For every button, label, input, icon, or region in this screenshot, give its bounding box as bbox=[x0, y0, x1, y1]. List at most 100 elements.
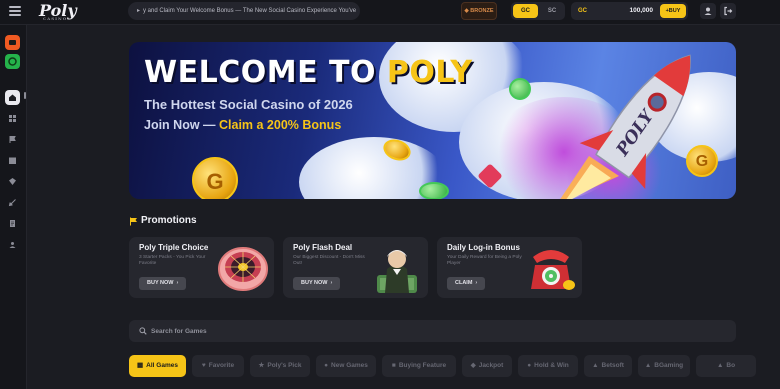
provider-icon: ▲ bbox=[592, 362, 599, 369]
logo[interactable]: Poly CASINO bbox=[39, 1, 77, 21]
promotions-heading: Promotions bbox=[141, 215, 197, 226]
sidebar-item-games[interactable] bbox=[5, 111, 20, 126]
promo-card-triple-choice[interactable]: Poly Triple Choice 3 Starter Packs - You… bbox=[129, 237, 274, 298]
hero-title: WELCOME TO POLY bbox=[144, 55, 473, 90]
roulette-wheel-illustration bbox=[218, 247, 268, 291]
sidebar-item-home[interactable] bbox=[5, 90, 20, 105]
tab-new-games[interactable]: ● New Games bbox=[316, 355, 376, 377]
coin-icon bbox=[8, 57, 17, 66]
ticker-text: y and Claim Your Welcome Bonus — The New… bbox=[143, 8, 357, 14]
jackpot-icon: ◆ bbox=[470, 362, 476, 369]
user-icon bbox=[704, 7, 712, 15]
provider-icon: ▲ bbox=[716, 362, 724, 369]
logo-tagline: CASINO bbox=[43, 16, 68, 21]
button-label: BUY NOW bbox=[301, 280, 328, 286]
tab-label: Betsoft bbox=[601, 362, 624, 369]
currency-sc-button[interactable]: SC bbox=[541, 4, 563, 18]
tab-label: Buying Feature bbox=[398, 362, 447, 369]
tab-hold-and-win[interactable]: ● Hold & Win bbox=[518, 355, 578, 377]
currency-toggle: GC SC bbox=[511, 2, 565, 20]
hold-icon: ● bbox=[527, 362, 532, 369]
home-icon bbox=[9, 94, 16, 101]
search-input[interactable] bbox=[151, 320, 711, 342]
coin-illustration: G bbox=[686, 145, 718, 177]
buy-now-button[interactable]: BUY NOW › bbox=[139, 277, 187, 290]
tier-badge[interactable]: ◆ BRONZE bbox=[461, 2, 497, 20]
logout-icon bbox=[724, 6, 733, 16]
heart-icon: ♥ bbox=[201, 362, 206, 369]
sidebar-app-orange[interactable] bbox=[5, 35, 20, 50]
tab-buying-feature[interactable]: ■ Buying Feature bbox=[382, 355, 456, 377]
pick-icon: ★ bbox=[258, 362, 265, 369]
promo-card-daily-login[interactable]: Daily Log-in Bonus Your Daily Reward for… bbox=[437, 237, 582, 298]
flag-icon bbox=[130, 217, 137, 226]
sidebar-item-referral[interactable] bbox=[5, 195, 20, 210]
document-icon bbox=[10, 220, 15, 227]
coin-letter: G bbox=[206, 169, 224, 194]
sidebar-app-green[interactable] bbox=[5, 54, 20, 69]
tab-more-providers[interactable]: ▲ Bo bbox=[696, 355, 756, 377]
balance-currency: GC bbox=[578, 8, 587, 14]
collapse-handle[interactable] bbox=[24, 92, 26, 99]
tab-bgaming[interactable]: ▲ BGaming bbox=[638, 355, 690, 377]
promo-card-title: Daily Log-in Bonus bbox=[447, 243, 520, 252]
grid-icon: ▦ bbox=[137, 362, 144, 369]
hero-title-main: WELCOME TO bbox=[144, 55, 387, 90]
chevron-right-icon: › bbox=[475, 280, 478, 286]
flag-icon bbox=[9, 136, 16, 143]
hero-subtitle: The Hottest Social Casino of 2026 bbox=[144, 97, 353, 112]
rocket-icon bbox=[8, 199, 16, 207]
button-label: CLAIM bbox=[455, 280, 473, 286]
megaphone-icon: ▸ bbox=[137, 8, 141, 14]
rocket-illustration: POLY bbox=[560, 54, 691, 199]
hero-cta-accent: Claim a 200% Bonus bbox=[219, 118, 342, 132]
hero-cta-main: Join Now — bbox=[144, 118, 219, 132]
president-illustration bbox=[377, 250, 417, 293]
tab-favorite[interactable]: ♥ Favorite bbox=[192, 355, 244, 377]
tab-label: All Games bbox=[146, 362, 178, 369]
claim-button[interactable]: CLAIM › bbox=[447, 277, 486, 290]
promo-card-title: Poly Triple Choice bbox=[139, 243, 209, 252]
sidebar-item-support[interactable] bbox=[5, 237, 20, 252]
tab-label: Bo bbox=[726, 362, 736, 369]
balance-value: 100,000 bbox=[629, 7, 654, 14]
hero-title-accent: POLY bbox=[386, 55, 473, 90]
tab-label: New Games bbox=[331, 362, 368, 369]
tab-all-games[interactable]: ▦ All Games bbox=[129, 355, 186, 377]
gem-icon bbox=[9, 178, 16, 185]
promo-card-flash-deal[interactable]: Poly Flash Deal Our Biggest Discount - D… bbox=[283, 237, 428, 298]
hero-banner[interactable]: POLY G G WELCOME TO POLY The Hottest Soc… bbox=[129, 42, 736, 199]
sidebar-item-rules[interactable] bbox=[5, 216, 20, 231]
promo-card-description: Your Daily Reward for Being a Poly Playe… bbox=[447, 255, 522, 267]
grid-icon bbox=[9, 115, 16, 122]
announcement-ticker: ▸ y and Claim Your Welcome Bonus — The Ne… bbox=[128, 2, 360, 20]
menu-icon[interactable] bbox=[9, 6, 21, 18]
coin-letter: G bbox=[695, 153, 709, 170]
tab-label: Favorite bbox=[208, 362, 235, 369]
cart-icon: ■ bbox=[391, 362, 396, 369]
sidebar-item-store[interactable] bbox=[5, 153, 20, 168]
tab-jackpot[interactable]: ◆ Jackpot bbox=[462, 355, 512, 377]
chevron-right-icon: › bbox=[176, 280, 179, 286]
promo-card-description: 3 Starter Packs - You Pick Your Favorite bbox=[139, 255, 206, 267]
sidebar bbox=[0, 25, 27, 389]
user-button[interactable] bbox=[700, 3, 716, 19]
tab-label: BGaming bbox=[654, 362, 684, 369]
tab-label: Hold & Win bbox=[534, 362, 569, 369]
logout-button[interactable] bbox=[720, 3, 736, 19]
buy-now-button[interactable]: BUY NOW › bbox=[293, 277, 341, 290]
new-icon: ● bbox=[324, 362, 329, 369]
sidebar-item-vip[interactable] bbox=[5, 174, 20, 189]
tab-polys-pick[interactable]: ★ Poly's Pick bbox=[250, 355, 310, 377]
buy-button[interactable]: +BUY bbox=[660, 4, 686, 18]
chevron-right-icon: › bbox=[330, 280, 333, 286]
support-icon bbox=[9, 242, 16, 248]
sidebar-item-promotions[interactable] bbox=[5, 132, 20, 147]
coin-illustration: G bbox=[192, 157, 238, 199]
store-icon bbox=[9, 157, 16, 164]
provider-icon: ▲ bbox=[644, 362, 652, 369]
tab-betsoft[interactable]: ▲ Betsoft bbox=[584, 355, 632, 377]
chip-illustration bbox=[419, 182, 449, 199]
currency-gc-button[interactable]: GC bbox=[513, 4, 538, 18]
tier-label: BRONZE bbox=[470, 8, 494, 14]
